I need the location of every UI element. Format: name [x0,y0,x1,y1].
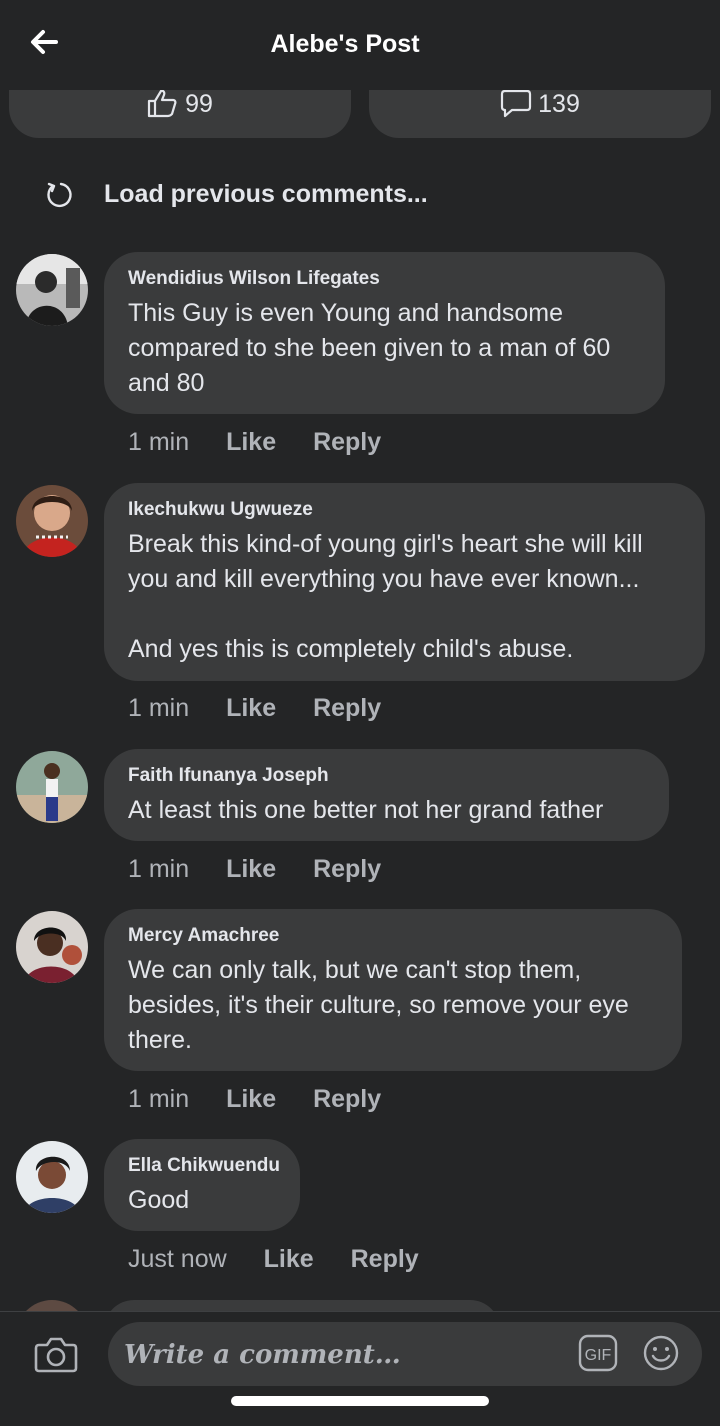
comment-bubble: Ella Chikwuendu Good [104,1139,300,1231]
comment-bubble: Mercy Amachree We can only talk, but we … [104,909,682,1071]
comment-text: This Guy is even Young and handsome comp… [128,299,618,397]
comment-author[interactable]: Wendidius Wilson Lifegates [128,268,641,290]
comment-time: 1 min [128,1085,190,1113]
comment-text: Good [128,1186,190,1214]
like-button[interactable]: Like [226,1085,276,1113]
like-button[interactable]: Like [226,428,276,456]
reply-button[interactable]: Reply [313,694,381,722]
refresh-icon [47,182,72,208]
svg-text:GIF: GIF [585,1347,612,1364]
avatar[interactable] [16,485,88,557]
comment-time: Just now [128,1245,227,1273]
comment-actions: 1 min Like Reply [128,1085,411,1114]
comment-actions: 1 min Like Reply [128,428,411,457]
comment-time: 1 min [128,428,190,456]
comment-composer-bar: GIF [0,1311,720,1426]
likes-count: 99 [185,90,213,118]
comment-author[interactable]: Faith Ifunanya Joseph [128,765,645,787]
like-button[interactable]: Like [226,855,276,883]
load-previous-label: Load previous comments... [104,180,428,208]
comment-actions: 1 min Like Reply [128,855,411,884]
like-button[interactable]: Like [226,694,276,722]
comment-text: Break this kind-of young girl's heart sh… [128,530,643,663]
comment-time: 1 min [128,855,190,883]
comment-author[interactable]: Ella Chikwuendu [128,1155,280,1177]
gif-icon[interactable]: GIF [578,1334,618,1372]
like-button[interactable]: Like [264,1245,314,1273]
avatar[interactable] [16,254,88,326]
comment-bubble-icon [501,89,532,118]
comment-bubble: Faith Ifunanya Joseph At least this one … [104,749,669,841]
comment-actions: Just now Like Reply [128,1245,449,1274]
comment-bubble: Ikechukwu Ugwueze Break this kind-of you… [104,483,705,681]
home-indicator [231,1396,489,1406]
page-title: Alebe's Post [270,30,420,58]
comment-text: We can only talk, but we can't stop them… [128,956,636,1054]
thumbs-up-icon [147,89,177,118]
comment-author[interactable]: Ikechukwu Ugwueze [128,499,681,521]
reply-button[interactable]: Reply [313,428,381,456]
camera-icon[interactable] [34,1332,78,1376]
comment-actions: 1 min Like Reply [128,694,411,723]
comment-author[interactable]: Mercy Amachree [128,925,658,947]
reply-button[interactable]: Reply [313,1085,381,1113]
comment-input[interactable] [122,1322,566,1388]
comment-bubble: Wendidius Wilson Lifegates This Guy is e… [104,252,665,414]
post-header: Alebe's Post [0,0,720,90]
reply-button[interactable]: Reply [351,1245,419,1273]
comment-text: At least this one better not her grand f… [128,796,604,824]
emoji-icon[interactable] [642,1334,680,1372]
comments-count: 139 [538,90,580,118]
avatar[interactable] [16,911,88,983]
reply-button[interactable]: Reply [313,855,381,883]
comment-time: 1 min [128,694,190,722]
avatar[interactable] [16,751,88,823]
comment-input-wrap: GIF [108,1322,702,1388]
avatar[interactable] [16,1141,88,1213]
